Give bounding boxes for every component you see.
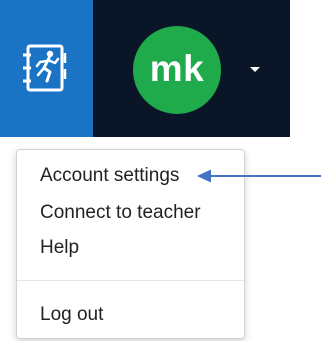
menu-item-help[interactable]: Help xyxy=(17,236,244,260)
running-figure-book-icon xyxy=(23,44,67,92)
menu-item-connect-to-teacher[interactable]: Connect to teacher xyxy=(17,201,244,225)
top-navigation-bar: mk xyxy=(0,0,290,137)
menu-item-log-out[interactable]: Log out xyxy=(17,303,244,327)
app-logo-button[interactable] xyxy=(0,0,93,137)
user-avatar-button[interactable]: mk xyxy=(133,26,221,114)
menu-divider xyxy=(17,280,244,281)
caret-down-icon[interactable] xyxy=(250,67,260,72)
pointer-arrow-icon xyxy=(197,169,321,183)
